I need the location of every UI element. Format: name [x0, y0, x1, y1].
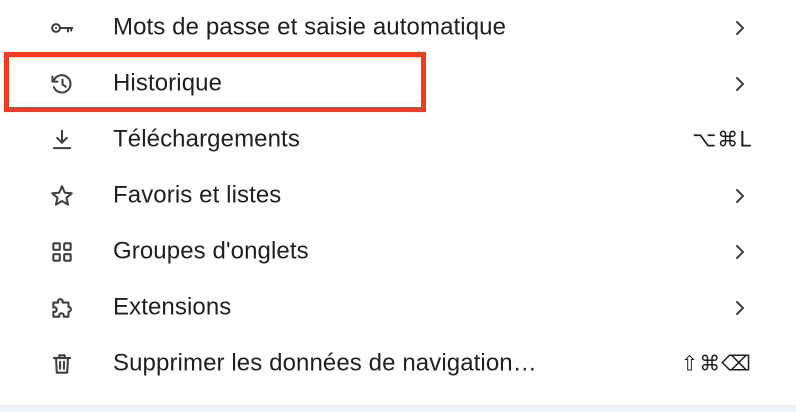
chevron-right-icon [732, 186, 748, 206]
menu-item-label: Mots de passe et saisie automatique [113, 13, 507, 41]
menu-item-history[interactable]: Historique [0, 56, 796, 112]
menu-item-label: Historique [113, 69, 223, 97]
menu-bottom-edge [0, 405, 796, 412]
grid-icon [48, 238, 76, 266]
menu-item-label: Téléchargements [113, 125, 300, 153]
browser-menu: Mots de passe et saisie automatique Hist… [0, 0, 796, 412]
puzzle-icon [48, 294, 76, 322]
menu-item-label: Supprimer les données de navigation… [113, 349, 537, 377]
menu-item-passwords[interactable]: Mots de passe et saisie automatique [0, 0, 796, 56]
menu-item-label: Groupes d'onglets [113, 237, 309, 265]
chevron-right-icon [732, 74, 748, 94]
keyboard-shortcut: ⇧⌘⌫ [680, 351, 752, 376]
star-icon [48, 182, 76, 210]
menu-item-tab-groups[interactable]: Groupes d'onglets [0, 224, 796, 280]
menu-item-label: Extensions [113, 293, 232, 321]
download-icon [48, 126, 76, 154]
menu-item-label: Favoris et listes [113, 181, 282, 209]
chevron-right-icon [732, 18, 748, 38]
key-icon [48, 14, 76, 42]
menu-item-bookmarks[interactable]: Favoris et listes [0, 168, 796, 224]
chevron-right-icon [732, 242, 748, 262]
menu-item-clear-browsing-data[interactable]: Supprimer les données de navigation… ⇧⌘⌫ [0, 336, 796, 392]
chevron-right-icon [732, 298, 748, 318]
menu-item-extensions[interactable]: Extensions [0, 280, 796, 336]
history-icon [48, 70, 76, 98]
trash-icon [48, 350, 76, 378]
keyboard-shortcut: ⌥⌘L [692, 127, 752, 152]
menu-item-downloads[interactable]: Téléchargements ⌥⌘L [0, 112, 796, 168]
